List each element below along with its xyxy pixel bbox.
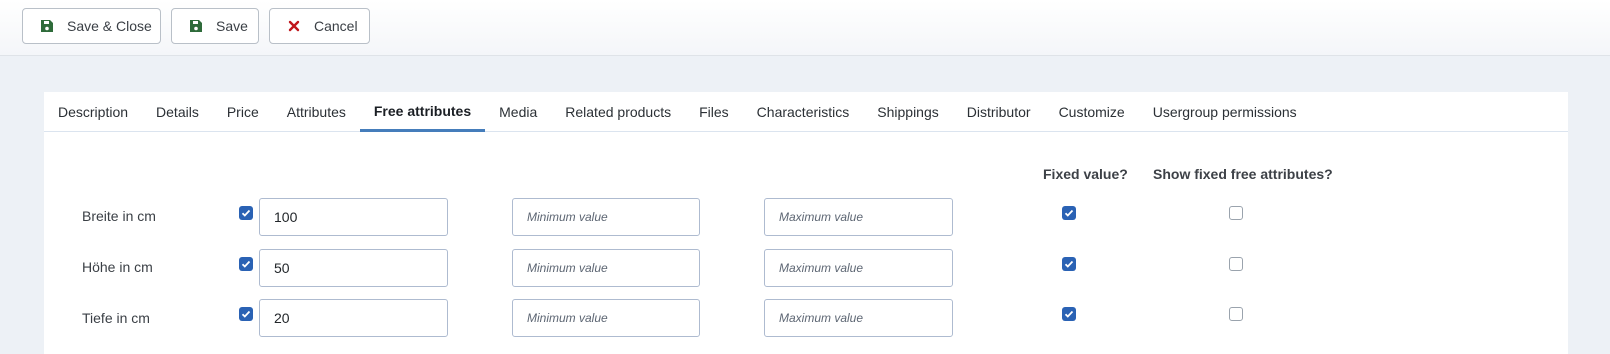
maximum-value-input[interactable] (764, 198, 953, 236)
enable-checkbox[interactable] (239, 257, 253, 271)
maximum-value-input[interactable] (764, 299, 953, 337)
save-icon (39, 18, 55, 34)
toolbar: Save & Close Save Cancel (0, 0, 1610, 56)
fixed-value-checkbox[interactable] (1062, 257, 1076, 271)
tab-attributes[interactable]: Attributes (273, 92, 360, 132)
product-edit-panel: Description Details Price Attributes Fre… (44, 92, 1568, 354)
attribute-value-input[interactable] (259, 249, 448, 287)
check-icon (1064, 260, 1074, 268)
fixed-value-checkbox[interactable] (1062, 206, 1076, 220)
check-icon (241, 260, 251, 268)
fixed-value-checkbox[interactable] (1062, 307, 1076, 321)
save-close-label: Save & Close (67, 18, 152, 34)
save-label: Save (216, 18, 248, 34)
save-icon (188, 18, 204, 34)
tab-price[interactable]: Price (213, 92, 273, 132)
tab-details[interactable]: Details (142, 92, 213, 132)
attribute-label: Breite in cm (82, 208, 156, 224)
check-icon (1064, 209, 1074, 217)
tab-description[interactable]: Description (44, 92, 142, 132)
tab-media[interactable]: Media (485, 92, 551, 132)
tab-related-products[interactable]: Related products (551, 92, 685, 132)
save-close-button[interactable]: Save & Close (22, 8, 161, 44)
tab-customize[interactable]: Customize (1045, 92, 1139, 132)
tab-usergroup-permissions[interactable]: Usergroup permissions (1139, 92, 1311, 132)
cancel-button[interactable]: Cancel (269, 8, 370, 44)
attribute-value-input[interactable] (259, 198, 448, 236)
show-fixed-checkbox[interactable] (1229, 307, 1243, 321)
minimum-value-input[interactable] (512, 299, 700, 337)
enable-checkbox[interactable] (239, 206, 253, 220)
maximum-value-input[interactable] (764, 249, 953, 287)
tab-distributor[interactable]: Distributor (953, 92, 1045, 132)
tab-free-attributes[interactable]: Free attributes (359, 92, 486, 132)
enable-checkbox[interactable] (239, 307, 253, 321)
tab-bar: Description Details Price Attributes Fre… (44, 92, 1568, 132)
attribute-label: Höhe in cm (82, 259, 153, 275)
column-header-show-fixed: Show fixed free attributes? (1153, 166, 1333, 182)
tab-files[interactable]: Files (685, 92, 743, 132)
column-header-fixed-value: Fixed value? (1043, 166, 1128, 182)
tab-shippings[interactable]: Shippings (863, 92, 953, 132)
tab-characteristics[interactable]: Characteristics (743, 92, 864, 132)
check-icon (241, 310, 251, 318)
check-icon (1064, 310, 1074, 318)
attribute-value-input[interactable] (259, 299, 448, 337)
attribute-label: Tiefe in cm (82, 310, 150, 326)
show-fixed-checkbox[interactable] (1229, 257, 1243, 271)
close-icon (286, 18, 302, 34)
show-fixed-checkbox[interactable] (1229, 206, 1243, 220)
minimum-value-input[interactable] (512, 198, 700, 236)
save-button[interactable]: Save (171, 8, 259, 44)
cancel-label: Cancel (314, 18, 358, 34)
check-icon (241, 209, 251, 217)
minimum-value-input[interactable] (512, 249, 700, 287)
